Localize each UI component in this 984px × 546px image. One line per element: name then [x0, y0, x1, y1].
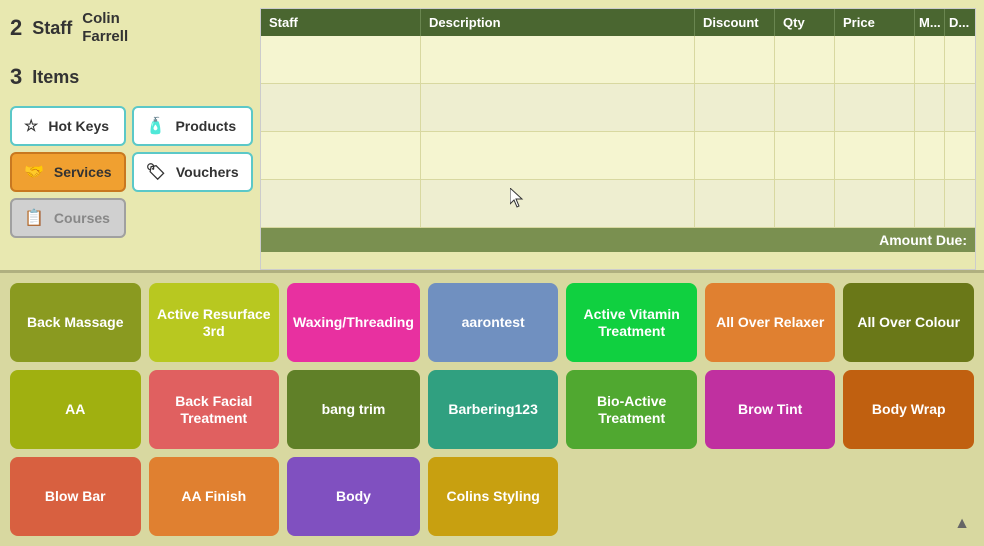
staff-row: 2 Staff Colin Farrell [10, 10, 250, 46]
col-header-price: Price [835, 9, 915, 36]
hotkey-button[interactable]: Body Wrap [843, 370, 974, 449]
col-header-staff: Staff [261, 9, 421, 36]
hotkey-button[interactable]: Blow Bar [10, 457, 141, 536]
col-header-description: Description [421, 9, 695, 36]
staff-name-line1: Colin [82, 10, 128, 28]
hotkey-button[interactable]: AA [10, 370, 141, 449]
hotkey-button[interactable]: Back Facial Treatment [149, 370, 280, 449]
hotkey-button[interactable]: aarontest [428, 283, 559, 362]
hotkey-button[interactable]: bang trim [287, 370, 420, 449]
hotkey-button[interactable]: Back Massage [10, 283, 141, 362]
table-row[interactable] [261, 84, 975, 132]
menu-buttons: ☆ Hot Keys 🧴 Products 🤝 Services 🏷 Vouch… [10, 106, 250, 238]
hotkey-button[interactable]: Barbering123 [428, 370, 559, 449]
table-row[interactable] [261, 132, 975, 180]
col-header-qty: Qty [775, 9, 835, 36]
table-header: Staff Description Discount Qty Price M..… [261, 9, 975, 36]
step2-label: Staff [32, 18, 72, 39]
table-row[interactable] [261, 180, 975, 228]
hotkey-button[interactable]: Bio-Active Treatment [566, 370, 697, 449]
table-row[interactable] [261, 36, 975, 84]
right-panel: Staff Description Discount Qty Price M..… [260, 0, 984, 270]
products-button[interactable]: 🧴 Products [132, 106, 253, 146]
hotkey-button[interactable]: Active Vitamin Treatment [566, 283, 697, 362]
scroll-down-arrow[interactable]: ▲ [950, 512, 974, 536]
col-header-m: M... [915, 9, 945, 36]
hotkey-button[interactable]: All Over Relaxer [705, 283, 836, 362]
hotkey-button[interactable]: Brow Tint [705, 370, 836, 449]
hotkeys-panel: Back MassageActive Resurface 3rdWaxing/T… [0, 270, 984, 546]
step3-label: Items [32, 67, 79, 88]
hotkeys-button[interactable]: ☆ Hot Keys [10, 106, 126, 146]
courses-button[interactable]: 📋 Courses [10, 198, 126, 238]
table-body [261, 36, 975, 228]
hotkeys-icon: ☆ [24, 116, 38, 136]
hotkey-button[interactable]: Body [287, 457, 420, 536]
order-table: Staff Description Discount Qty Price M..… [260, 8, 976, 270]
hotkeys-grid: Back MassageActive Resurface 3rdWaxing/T… [10, 283, 974, 536]
amount-due-label: Amount Due: [879, 232, 967, 248]
amount-due-row: Amount Due: [261, 228, 975, 252]
col-header-d: D... [945, 9, 975, 36]
hotkey-button[interactable]: Waxing/Threading [287, 283, 420, 362]
col-header-discount: Discount [695, 9, 775, 36]
hotkey-button[interactable]: All Over Colour [843, 283, 974, 362]
hotkey-button[interactable]: Active Resurface 3rd [149, 283, 280, 362]
step2-number: 2 [10, 15, 22, 41]
items-row: 3 Items [10, 64, 250, 90]
hotkey-button[interactable]: AA Finish [149, 457, 280, 536]
products-icon: 🧴 [146, 116, 166, 136]
hotkey-button[interactable]: Colins Styling [428, 457, 559, 536]
services-icon: 🤝 [24, 162, 44, 182]
courses-icon: 📋 [24, 208, 44, 228]
vouchers-icon: 🏷 [146, 162, 166, 182]
vouchers-button[interactable]: 🏷 Vouchers [132, 152, 253, 192]
step3-number: 3 [10, 64, 22, 90]
staff-name-line2: Farrell [82, 28, 128, 46]
services-button[interactable]: 🤝 Services [10, 152, 126, 192]
